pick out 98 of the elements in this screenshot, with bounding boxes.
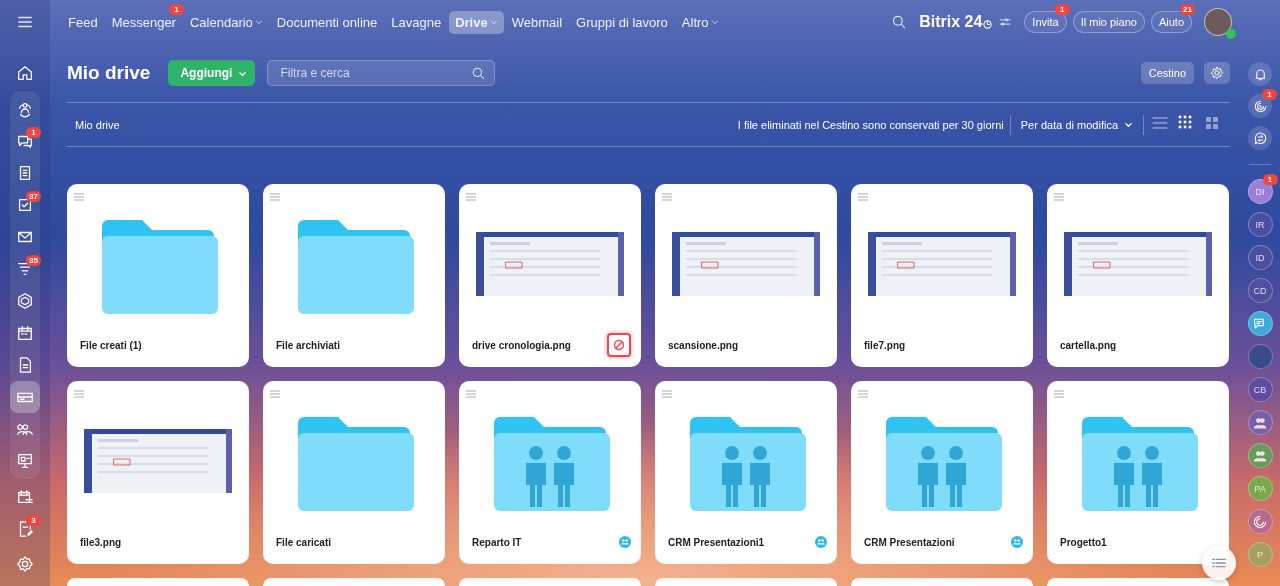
trash-button[interactable]: Cestino: [1140, 62, 1194, 84]
file-name: File creati (1): [80, 339, 143, 351]
file-card[interactable]: Reparto IT: [459, 381, 641, 564]
chat-arrows-button[interactable]: [1248, 126, 1272, 150]
calendar-list-icon: [16, 488, 34, 506]
file-name: drive cronologia.png: [472, 339, 572, 351]
group-avatar[interactable]: [1247, 410, 1273, 435]
contact-avatar[interactable]: CB: [1247, 377, 1273, 402]
grid-icon: [1178, 115, 1194, 131]
file-card[interactable]: Progetto1: [1047, 381, 1229, 564]
drag-handle-icon[interactable]: [270, 390, 280, 398]
file-card[interactable]: CRM Presentazioni: [851, 381, 1033, 564]
search-icon: [471, 65, 487, 81]
swirl-avatar[interactable]: [1247, 509, 1273, 534]
nav-tab[interactable]: Altro: [675, 10, 725, 34]
chat-avatar[interactable]: [1247, 311, 1273, 336]
nav-tab[interactable]: Lavagne: [385, 10, 448, 34]
nav-tab[interactable]: Gruppi di lavoro: [570, 10, 674, 34]
file-name: Reparto IT: [472, 536, 523, 548]
list-icon: [1152, 115, 1168, 131]
nav-tab[interactable]: Calendario: [183, 10, 269, 34]
tiles-icon: [1204, 115, 1220, 131]
file-name: CRM Presentazioni: [864, 536, 956, 548]
calendar-icon: [16, 324, 34, 342]
counter-badge: 1: [168, 3, 184, 15]
file-card[interactable]: File caricati: [263, 381, 445, 564]
settings-icon: [16, 555, 34, 573]
file-card[interactable]: file7.png: [851, 184, 1033, 367]
file-name: file3.png: [80, 536, 123, 548]
file-name: File archiviati: [276, 339, 341, 351]
contact-avatar[interactable]: ID: [1247, 245, 1273, 270]
breadcrumb[interactable]: Mio drive: [75, 118, 120, 131]
drag-handle-icon[interactable]: [466, 390, 476, 398]
group-avatar[interactable]: [1247, 443, 1273, 468]
contact-avatar[interactable]: CD: [1247, 278, 1273, 303]
nav-tab[interactable]: Webmail: [505, 10, 569, 34]
counter-badge: 35: [26, 255, 41, 266]
drag-handle-icon[interactable]: [662, 390, 672, 398]
page-title: Mio drive: [67, 62, 151, 84]
network-icon: [16, 100, 34, 118]
bell-button[interactable]: [1248, 62, 1272, 86]
contact-avatar[interactable]: IR: [1247, 212, 1273, 237]
file-name: Progetto1: [1060, 536, 1108, 548]
logo[interactable]: Bitrix 24: [919, 13, 983, 31]
list-button[interactable]: [1202, 546, 1236, 580]
clock-icon: [983, 20, 993, 29]
blocked-icon[interactable]: [607, 333, 631, 357]
counter-badge: 1: [26, 127, 41, 138]
file-card[interactable]: cartella.png: [1047, 184, 1229, 367]
file-name: scansione.png: [668, 339, 739, 351]
drag-handle-icon[interactable]: [1054, 193, 1064, 201]
settings-button[interactable]: [1204, 62, 1230, 84]
counter-badge: 1: [1262, 89, 1277, 100]
counter-badge: 21: [1180, 4, 1195, 15]
file-card[interactable]: scansione.png: [655, 184, 837, 367]
swirl-icon: [1252, 98, 1268, 114]
user-avatar[interactable]: [1204, 8, 1232, 36]
drag-handle-icon[interactable]: [1054, 390, 1064, 398]
drag-handle-icon[interactable]: [662, 193, 672, 201]
drag-handle-icon[interactable]: [74, 390, 84, 398]
header-button[interactable]: Invita: [1024, 11, 1067, 33]
counter-badge: 1: [1054, 4, 1070, 15]
drag-handle-icon[interactable]: [858, 193, 868, 201]
file-card[interactable]: File archiviati: [263, 184, 445, 367]
drive-button[interactable]: [10, 381, 40, 413]
drag-handle-icon[interactable]: [466, 193, 476, 201]
drag-handle-icon[interactable]: [270, 193, 280, 201]
file-card[interactable]: File creati (1): [67, 184, 249, 367]
drag-handle-icon[interactable]: [74, 193, 84, 201]
hexagon-icon: [16, 292, 34, 310]
nav-tab[interactable]: Documenti online: [270, 10, 384, 34]
search-icon[interactable]: [891, 14, 908, 30]
bell-icon: [1252, 66, 1268, 82]
header-button[interactable]: Aiuto: [1150, 11, 1192, 33]
file-name: CRM Presentazioni1: [668, 536, 766, 548]
caret-icon: [1124, 120, 1133, 129]
settings-icon: [1210, 66, 1224, 80]
sliders-icon[interactable]: [998, 15, 1013, 29]
file-card[interactable]: file3.png: [67, 381, 249, 564]
presentation-icon: [16, 452, 34, 470]
swirl-button[interactable]: [1248, 94, 1272, 118]
sort-dropdown[interactable]: Per data di modifica: [1016, 118, 1137, 131]
status-icon: [1226, 29, 1236, 39]
avatar-placeholder[interactable]: [1247, 344, 1273, 369]
drag-handle-icon[interactable]: [858, 390, 868, 398]
header-button[interactable]: Il mio piano: [1072, 11, 1145, 33]
counter-badge: 3: [26, 515, 41, 526]
file-name: cartella.png: [1060, 339, 1118, 351]
file-name: file7.png: [864, 339, 907, 351]
trash-notice: I file eliminati nel Cestino sono conservati per 30 giorni: [737, 118, 1004, 131]
file-card[interactable]: drive cronologia.png: [459, 184, 641, 367]
file-name: File caricati: [276, 536, 333, 548]
counter-badge: 1: [1262, 174, 1278, 185]
counter-badge: 37: [26, 191, 41, 202]
home-icon: [16, 64, 34, 82]
file-card[interactable]: CRM Presentazioni1: [655, 381, 837, 564]
chat-arrows-icon: [1252, 130, 1268, 146]
nav-tab[interactable]: Feed: [62, 10, 104, 34]
